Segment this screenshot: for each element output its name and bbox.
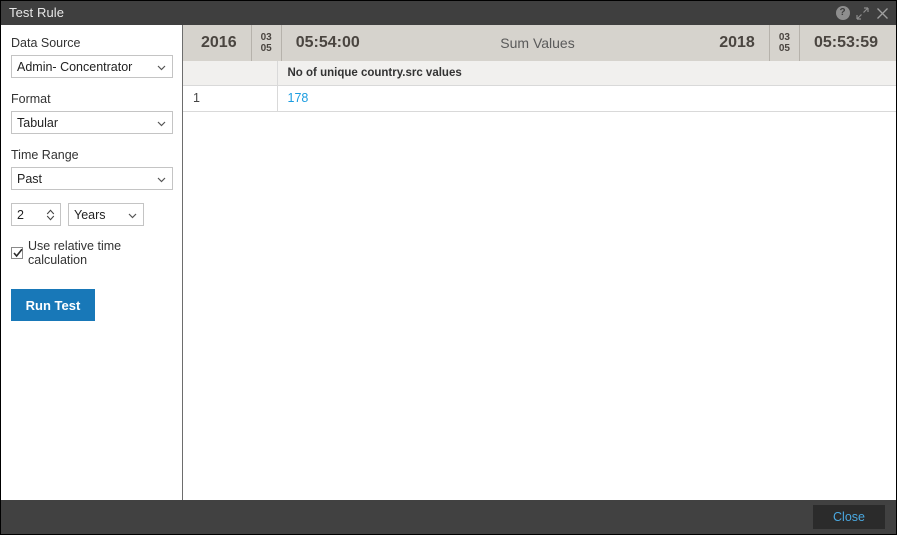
relative-time-label[interactable]: Use relative time calculation: [28, 239, 172, 267]
time-range-label: Time Range: [11, 148, 79, 162]
expand-icon[interactable]: [855, 6, 870, 21]
duration-row: 2 Years: [11, 203, 172, 226]
end-date: 03 05: [768, 25, 800, 61]
column-header-index: [183, 61, 278, 86]
time-range-select[interactable]: Past: [11, 167, 173, 190]
start-date-month: 05: [260, 43, 272, 54]
data-source-label: Data Source: [11, 36, 81, 50]
end-date-day: 03: [778, 32, 790, 43]
time-range-value: Past: [17, 171, 43, 186]
results-panel: 2016 03 05 05:54:00 Sum Values 2018 03 0…: [183, 25, 896, 500]
table-header-row: No of unique country.src values: [183, 61, 896, 86]
results-table: No of unique country.src values 1 178: [183, 61, 896, 112]
row-value-cell: 178: [277, 85, 896, 112]
relative-time-checkbox[interactable]: [11, 247, 23, 259]
test-rule-dialog: Test Rule ? Data Source Admin- Concentra…: [0, 0, 897, 535]
results-table-wrap: No of unique country.src values 1 178: [183, 61, 896, 500]
stepper-arrows-icon[interactable]: [46, 208, 55, 221]
end-year: 2018: [719, 34, 755, 51]
chevron-down-icon: [157, 116, 166, 130]
format-label: Format: [11, 92, 51, 106]
chevron-down-icon: [157, 60, 166, 74]
data-source-value: Admin- Concentrator: [17, 59, 133, 74]
end-date-month: 05: [778, 43, 790, 54]
test-rule-form-sidebar: Data Source Admin- Concentrator Format T…: [1, 25, 183, 500]
duration-amount-stepper[interactable]: 2: [11, 203, 61, 226]
start-time: 05:54:00: [295, 34, 360, 51]
table-row[interactable]: 1 178: [183, 85, 896, 112]
dialog-title: Test Rule: [9, 5, 65, 20]
duration-unit-select[interactable]: Years: [68, 203, 144, 226]
column-header-unique-values: No of unique country.src values: [277, 61, 896, 86]
run-test-button[interactable]: Run Test: [11, 289, 95, 321]
relative-time-row[interactable]: Use relative time calculation: [11, 239, 172, 267]
results-time-header: 2016 03 05 05:54:00 Sum Values 2018 03 0…: [183, 25, 896, 61]
start-year: 2016: [201, 34, 237, 51]
duration-amount-value: 2: [17, 207, 24, 222]
check-icon: [13, 248, 23, 258]
help-icon[interactable]: ?: [835, 6, 850, 21]
chevron-down-icon: [128, 208, 137, 222]
chevron-down-icon: [157, 172, 166, 186]
close-icon[interactable]: [875, 6, 890, 21]
dialog-footer: Close: [1, 500, 896, 534]
data-source-select[interactable]: Admin- Concentrator: [11, 55, 173, 78]
dialog-titlebar: Test Rule ?: [1, 1, 896, 25]
format-select[interactable]: Tabular: [11, 111, 173, 134]
help-icon-glyph: ?: [835, 6, 850, 20]
duration-unit-value: Years: [74, 207, 106, 222]
titlebar-actions: ?: [835, 6, 890, 21]
end-time: 05:53:59: [813, 34, 878, 51]
unique-values-link[interactable]: 178: [288, 91, 309, 105]
format-value: Tabular: [17, 115, 58, 130]
row-index: 1: [183, 85, 278, 112]
start-date: 03 05: [250, 25, 282, 61]
close-button[interactable]: Close: [813, 505, 885, 529]
start-date-day: 03: [260, 32, 272, 43]
dialog-body: Data Source Admin- Concentrator Format T…: [1, 25, 896, 500]
results-title: Sum Values: [500, 35, 575, 51]
